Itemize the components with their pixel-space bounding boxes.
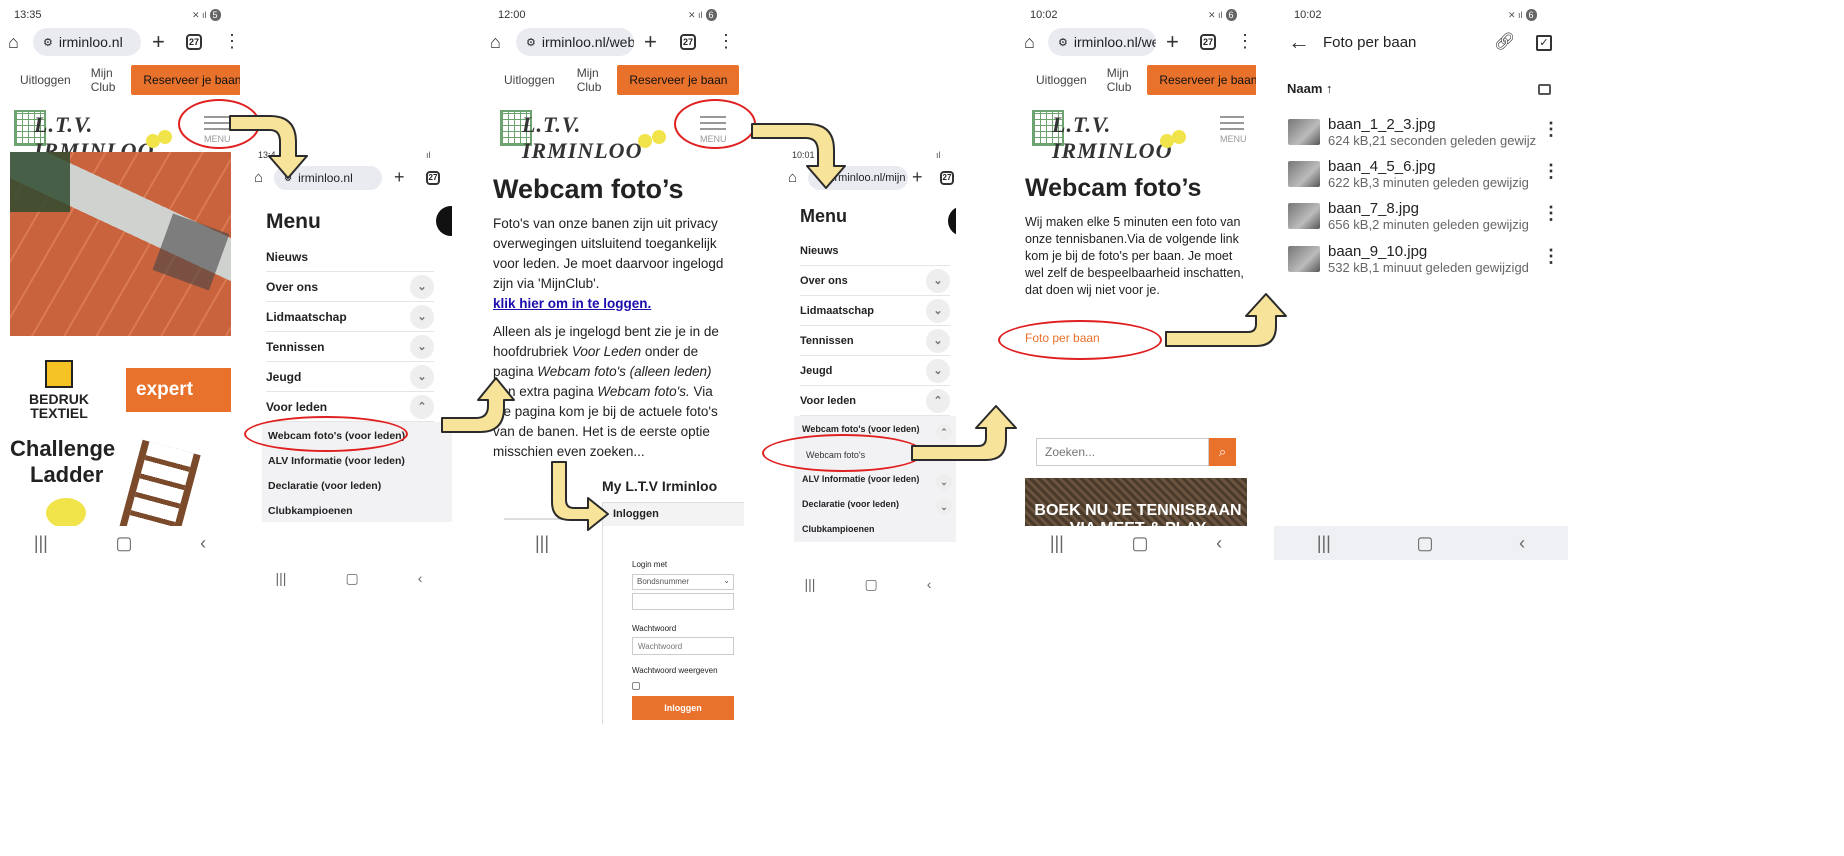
- arrow-icon: [229, 115, 1287, 531]
